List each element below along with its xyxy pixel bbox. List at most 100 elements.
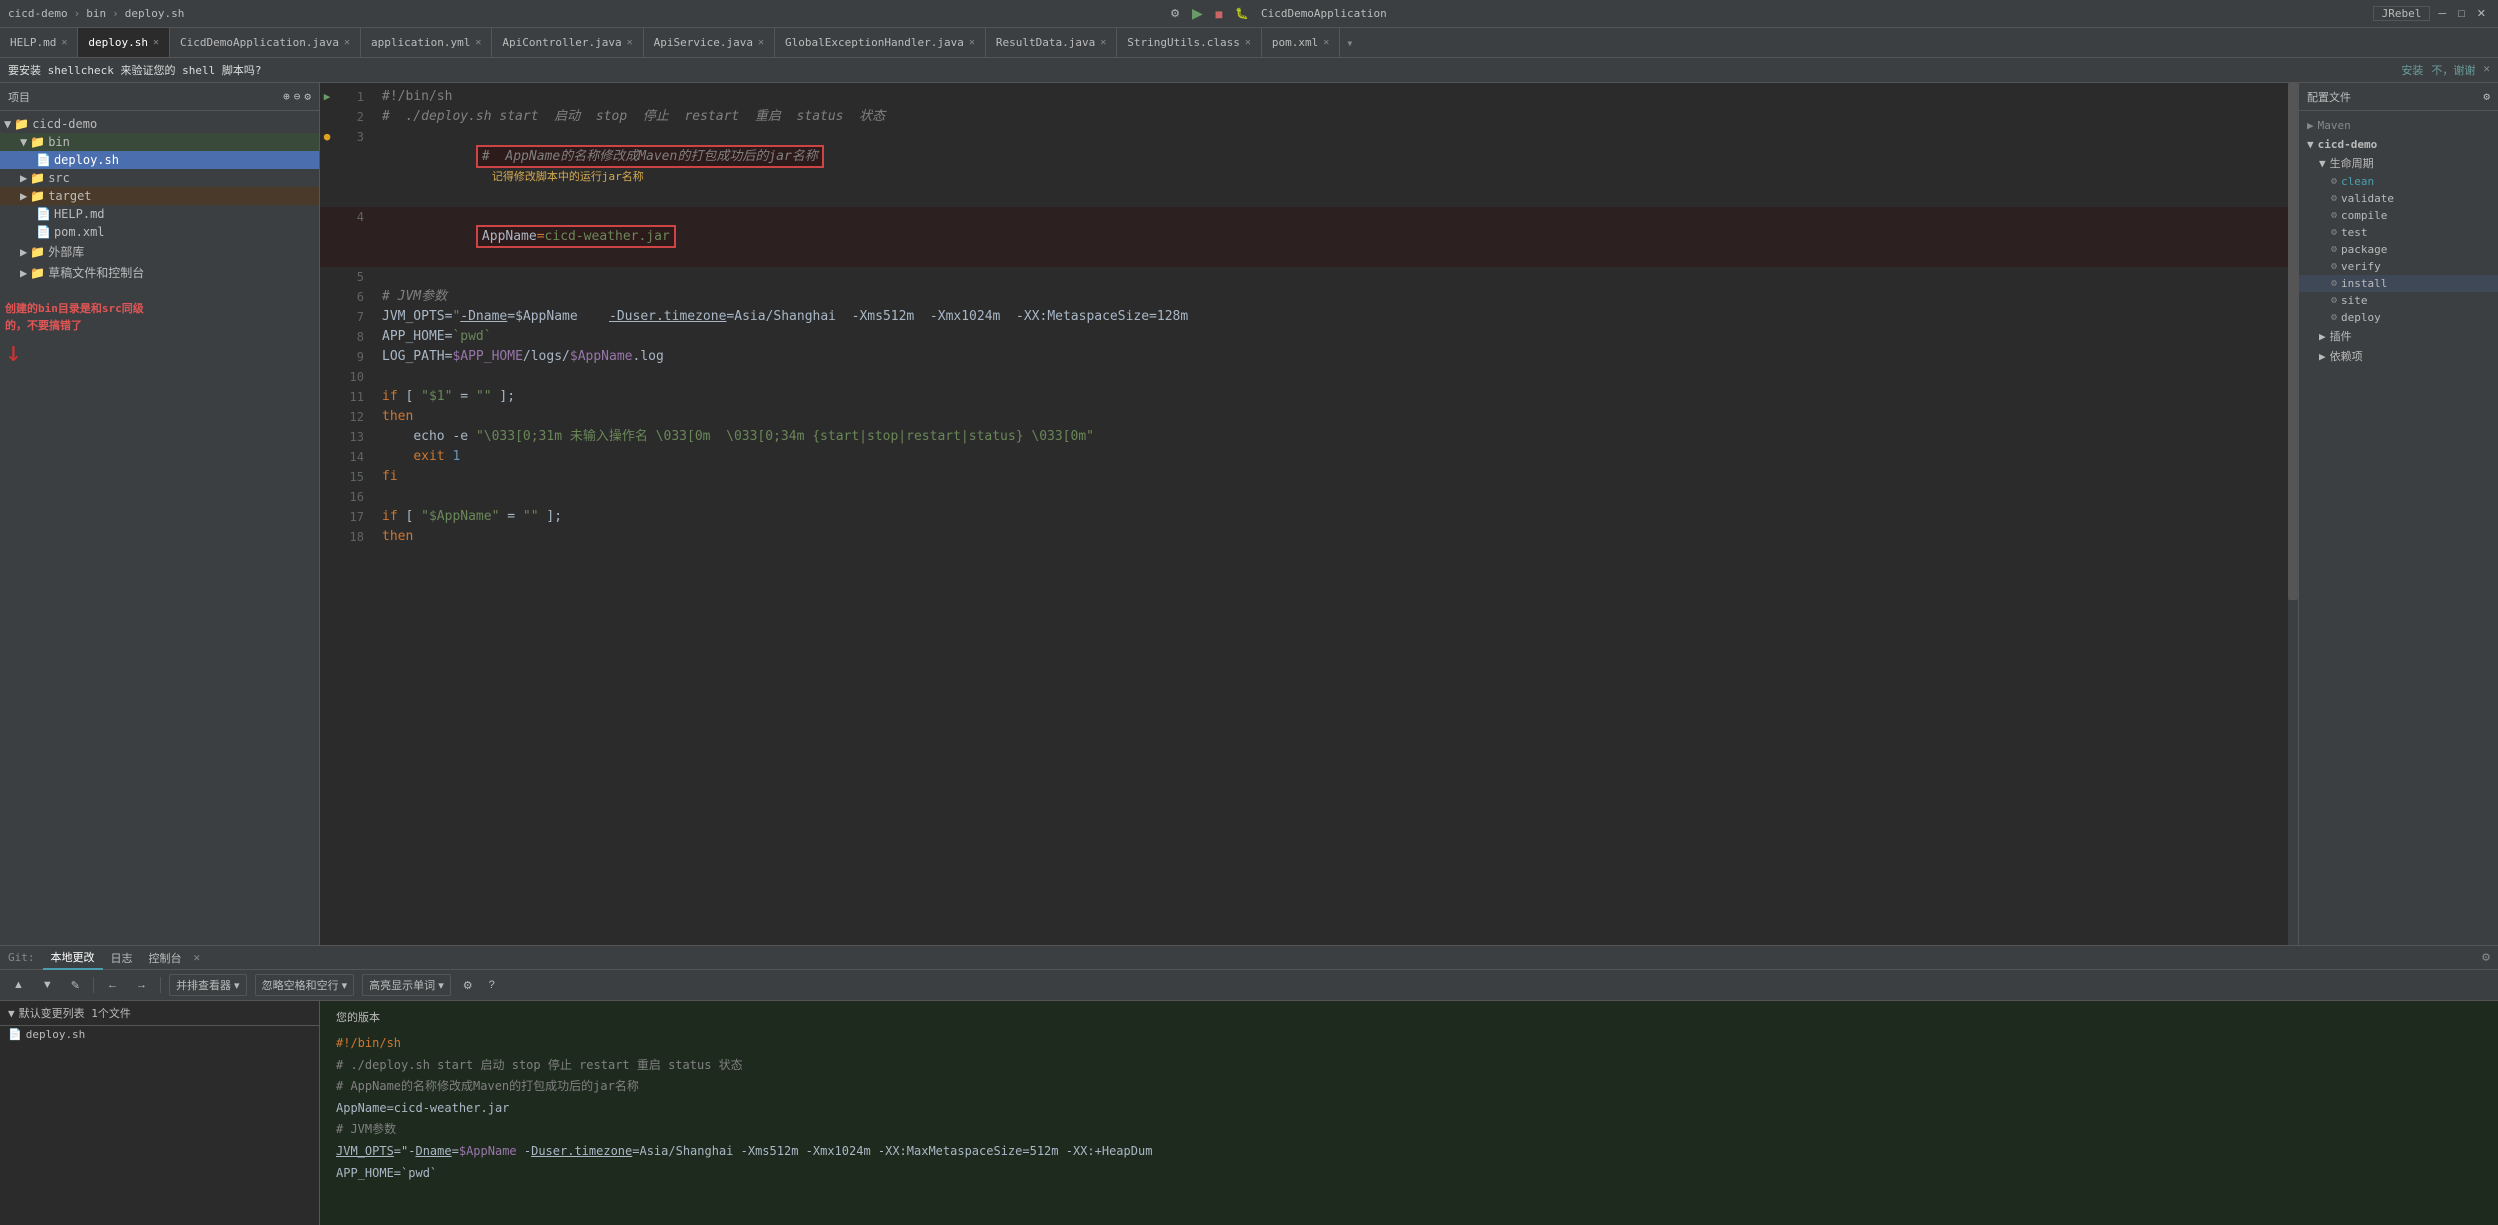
close-help-md-icon[interactable]: ✕ <box>61 37 67 48</box>
close-result-data-icon[interactable]: ✕ <box>1100 37 1106 48</box>
notif-close-icon[interactable]: ✕ <box>2483 62 2490 78</box>
libs-folder-icon: 📁 <box>30 245 45 259</box>
sidebar-item-label: cicd-demo <box>32 117 97 131</box>
bottom-tab-console[interactable]: 控制台 <box>141 946 190 970</box>
gear-compile-icon: ⚙ <box>2331 210 2337 221</box>
toolbar-settings-btn[interactable]: ⚙ <box>459 977 477 994</box>
pom-xml-label: pom.xml <box>54 225 105 239</box>
forward-btn[interactable]: → <box>131 977 152 993</box>
build-btn[interactable]: ⚙ <box>1166 5 1184 22</box>
highlight-words-btn[interactable]: 高亮显示单词 ▾ <box>362 974 451 996</box>
tab-string-utils[interactable]: StringUtils.class ✕ <box>1117 28 1262 58</box>
close-cicd-app-icon[interactable]: ✕ <box>344 37 350 48</box>
close-string-utils-icon[interactable]: ✕ <box>1245 37 1251 48</box>
line-content-6: # JVM参数 <box>374 287 2298 307</box>
stop-btn[interactable]: ■ <box>1211 4 1227 24</box>
maven-plugins-section[interactable]: ▶ 插件 <box>2299 326 2498 346</box>
sidebar-expand-icon[interactable]: ⊕ <box>283 90 290 103</box>
scrollbar-thumb[interactable] <box>2288 83 2298 600</box>
maven-test[interactable]: ⚙ test <box>2299 224 2498 241</box>
close-app-yml-icon[interactable]: ✕ <box>475 37 481 48</box>
bottom-tab-log[interactable]: 日志 <box>103 946 141 970</box>
maven-site[interactable]: ⚙ site <box>2299 292 2498 309</box>
tab-api-service[interactable]: ApiService.java ✕ <box>644 28 775 58</box>
sidebar: 项目 ⊕ ⊖ ⚙ ▼ 📁 cicd-demo ▼ 📁 bin <box>0 83 320 945</box>
tab-result-data[interactable]: ResultData.java ✕ <box>986 28 1117 58</box>
bottom-tab-local-changes[interactable]: 本地更改 <box>43 946 103 970</box>
scratch-label: 草稿文件和控制台 <box>48 264 144 281</box>
maven-install[interactable]: ⚙ install <box>2299 275 2498 292</box>
sidebar-item-deploy-sh[interactable]: 📄 deploy.sh <box>0 151 319 169</box>
settings-icon[interactable]: ⚙ <box>2483 90 2490 103</box>
notif-dismiss-btn[interactable]: 不，谢谢 <box>2431 62 2475 78</box>
diff-header-text: 默认变更列表 1个文件 <box>19 1005 131 1021</box>
tab-api-controller[interactable]: ApiController.java ✕ <box>492 28 643 58</box>
tab-cicd-app[interactable]: CicdDemoApplication.java ✕ <box>170 28 361 58</box>
maven-deploy[interactable]: ⚙ deploy <box>2299 309 2498 326</box>
close-exception-handler-icon[interactable]: ✕ <box>969 37 975 48</box>
maven-item-cicd-demo[interactable]: ▼ cicd-demo <box>2299 136 2498 153</box>
sidebar-item-target[interactable]: ▶ 📁 target <box>0 187 319 205</box>
sidebar-item-bin[interactable]: ▼ 📁 bin <box>0 133 319 151</box>
close-pom-xml-icon[interactable]: ✕ <box>1323 37 1329 48</box>
sidebar-item-root[interactable]: ▼ 📁 cicd-demo <box>0 115 319 133</box>
maven-header[interactable]: ▶ Maven <box>2299 115 2498 136</box>
tab-result-data-label: ResultData.java <box>996 36 1095 49</box>
tab-help-md[interactable]: HELP.md ✕ <box>0 28 78 58</box>
maven-lifecycle-section[interactable]: ▼ 生命周期 <box>2299 153 2498 173</box>
maven-site-label: site <box>2341 294 2368 307</box>
sidebar-item-external-libs[interactable]: ▶ 📁 外部库 <box>0 241 319 262</box>
close-api-controller-icon[interactable]: ✕ <box>627 37 633 48</box>
maven-clean[interactable]: ⚙ clean <box>2299 173 2498 190</box>
close-api-service-icon[interactable]: ✕ <box>758 37 764 48</box>
ignore-whitespace-btn[interactable]: 忽略空格和空行 ▾ <box>255 974 355 996</box>
notif-install-btn[interactable]: 安装 <box>2401 62 2423 78</box>
editor-scrollbar[interactable] <box>2288 83 2298 945</box>
maven-install-label: install <box>2341 277 2387 290</box>
notification-bar: 要安装 shellcheck 来验证您的 shell 脚本吗? 安装 不，谢谢 … <box>0 58 2498 83</box>
sidebar-item-help-md[interactable]: 📄 HELP.md <box>0 205 319 223</box>
close-deploy-sh-icon[interactable]: ✕ <box>153 37 159 48</box>
toolbar-help-btn[interactable]: ? <box>485 977 499 993</box>
notification-text: 要安装 shellcheck 来验证您的 shell 脚本吗? <box>8 62 261 78</box>
edit-btn[interactable]: ✎ <box>66 977 85 994</box>
run-indicator-4 <box>320 207 334 267</box>
highlight-comment-box: # AppName的名称修改成Maven的打包成功后的jar名称 <box>476 145 824 168</box>
sidebar-settings-icon[interactable]: ⚙ <box>304 90 311 103</box>
run-btn[interactable]: ▶ <box>1188 3 1207 24</box>
settings-right-icon[interactable]: ⚙ <box>2482 950 2490 965</box>
code-editor[interactable]: ▶ 1 #!/bin/sh 2 # ./deploy.sh start 启动 s… <box>320 83 2298 945</box>
bottom-tab-close-icon[interactable]: ✕ <box>194 951 201 964</box>
tab-exception-handler[interactable]: GlobalExceptionHandler.java ✕ <box>775 28 986 58</box>
sidebar-item-src[interactable]: ▶ 📁 src <box>0 169 319 187</box>
diff-file-item[interactable]: 📄 deploy.sh <box>0 1026 319 1043</box>
maven-validate[interactable]: ⚙ validate <box>2299 190 2498 207</box>
line-num-10: 10 <box>334 367 374 387</box>
maven-verify[interactable]: ⚙ verify <box>2299 258 2498 275</box>
maximize-btn[interactable]: □ <box>2454 6 2469 22</box>
chevron-diff-icon[interactable]: ▼ <box>8 1007 15 1020</box>
maven-package[interactable]: ⚙ package <box>2299 241 2498 258</box>
back-btn[interactable]: ← <box>102 977 123 993</box>
deploy-sh-label: deploy.sh <box>54 153 119 167</box>
bottom-panel: Git: 本地更改 日志 控制台 ✕ ⚙ ▲ ▼ ✎ ← → 并排查看器 ▾ 忽… <box>0 945 2498 1225</box>
code-line-11: 11 if [ "$1" = "" ]; <box>320 387 2298 407</box>
sidebar-item-scratch[interactable]: ▶ 📁 草稿文件和控制台 <box>0 262 319 283</box>
tab-deploy-sh[interactable]: deploy.sh ✕ <box>78 28 170 58</box>
compare-viewer-btn[interactable]: 并排查看器 ▾ <box>169 974 247 996</box>
minimize-btn[interactable]: ─ <box>2434 6 2450 22</box>
close-btn[interactable]: ✕ <box>2473 5 2490 22</box>
line-num-14: 14 <box>334 447 374 467</box>
diff-file-icon: 📄 <box>8 1028 22 1041</box>
tab-pom-xml[interactable]: pom.xml ✕ <box>1262 28 1340 58</box>
sidebar-item-pom-xml[interactable]: 📄 pom.xml <box>0 223 319 241</box>
code-line-9: 9 LOG_PATH=$APP_HOME/logs/$AppName.log <box>320 347 2298 367</box>
debug-btn[interactable]: 🐛 <box>1231 5 1253 22</box>
up-arrow-btn[interactable]: ▲ <box>8 977 29 993</box>
maven-compile[interactable]: ⚙ compile <box>2299 207 2498 224</box>
maven-deps-section[interactable]: ▶ 依赖项 <box>2299 346 2498 366</box>
sidebar-collapse-icon[interactable]: ⊖ <box>294 90 301 103</box>
down-arrow-btn[interactable]: ▼ <box>37 977 58 993</box>
tab-app-yml[interactable]: application.yml ✕ <box>361 28 492 58</box>
tab-more-icon[interactable]: ▾ <box>1340 36 1359 50</box>
